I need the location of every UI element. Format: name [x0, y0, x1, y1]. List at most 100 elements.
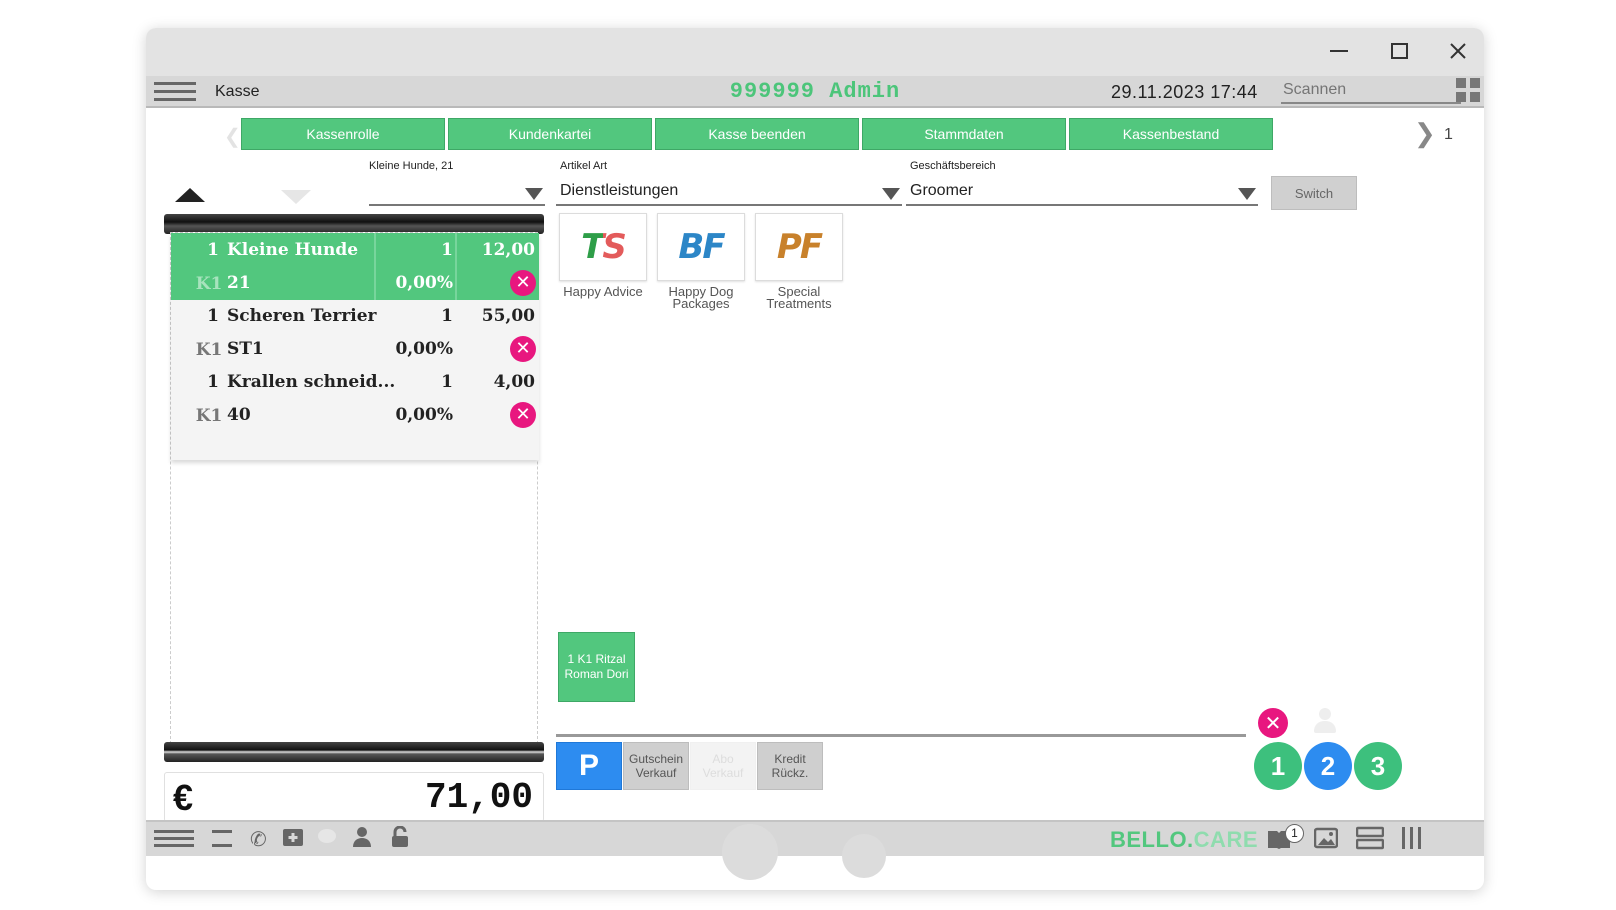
- brand-logo: BELLO.CARE: [1110, 827, 1258, 853]
- product-label: Happy Dog Packages: [668, 284, 734, 311]
- product-label: Happy Advice: [563, 284, 643, 299]
- tab-kassenrolle[interactable]: Kassenrolle: [241, 118, 445, 150]
- tab-kundenkartei[interactable]: Kundenkartei: [448, 118, 652, 150]
- tab-kasse-beenden[interactable]: Kasse beenden: [655, 118, 859, 150]
- cart-item-qty: 1: [207, 306, 219, 326]
- chevron-down-icon: [525, 188, 543, 200]
- product-logo: PF: [755, 213, 843, 281]
- datetime: 29.11.2023 17:44: [1111, 82, 1258, 102]
- cart-item-row[interactable]: 1 Krallen schneid... 1 4,00: [171, 365, 539, 399]
- person-icon[interactable]: [1313, 708, 1337, 736]
- chevron-down-icon: [882, 188, 900, 200]
- decorative-circle: [842, 834, 886, 878]
- close-window-button[interactable]: [1438, 36, 1478, 66]
- product-tile-happy-advice[interactable]: TS Happy Advice: [559, 213, 647, 298]
- cart-item-row[interactable]: 1 Kleine Hunde 1 12,00: [171, 233, 539, 267]
- brand-part-a: BELLO.: [1110, 827, 1194, 852]
- article-type-select[interactable]: Dienstleistungen: [556, 176, 902, 206]
- register-2-button[interactable]: 2: [1304, 742, 1352, 790]
- decorative-circle: [722, 824, 778, 880]
- tab-stammdaten[interactable]: Stammdaten: [862, 118, 1066, 150]
- tabs-row: ❮ Kassenrolle Kundenkartei Kasse beenden…: [146, 118, 1484, 150]
- cart-item-qty: 1: [207, 240, 219, 260]
- remove-item-icon[interactable]: ✕: [510, 270, 536, 296]
- maximize-icon: [1390, 43, 1408, 59]
- article-type-value: Dienstleistungen: [560, 182, 679, 199]
- cart-item-name: Scheren Terrier: [227, 306, 377, 326]
- tabs-page-number: 1: [1444, 126, 1453, 143]
- cart-item-name: Krallen schneid...: [227, 372, 396, 392]
- cart-item-discount[interactable]: 0,00%: [371, 273, 453, 293]
- amount-input-line[interactable]: [556, 734, 1246, 737]
- grid-icon[interactable]: [1456, 78, 1482, 104]
- list-icon[interactable]: [210, 826, 234, 850]
- product-tile-special-treatments[interactable]: PF Special Treatments: [755, 213, 843, 310]
- unlock-icon[interactable]: [390, 825, 410, 850]
- remove-item-icon[interactable]: ✕: [510, 402, 536, 428]
- cart-item-detail-row[interactable]: K1 21 0,00% ✕: [171, 266, 539, 300]
- product-logo-text: TS: [581, 227, 627, 267]
- scan-input[interactable]: [1281, 78, 1461, 104]
- product-tile-happy-dog-packages[interactable]: BF Happy Dog Packages: [657, 213, 745, 310]
- cart-item-detail-row[interactable]: K1 40 0,00% ✕: [171, 398, 539, 432]
- tabs-next-icon[interactable]: ❯: [1414, 118, 1436, 149]
- register-1-button[interactable]: 1: [1254, 742, 1302, 790]
- voucher-sale-button[interactable]: Gutschein Verkauf: [623, 742, 689, 790]
- business-area-value: Groomer: [910, 182, 974, 199]
- remove-item-icon[interactable]: ✕: [510, 336, 536, 362]
- scroll-down-icon[interactable]: [281, 190, 311, 204]
- business-area-label: Geschäftsbereich: [910, 160, 996, 172]
- title-bar: [146, 28, 1484, 76]
- scroll-up-icon[interactable]: [175, 188, 205, 202]
- cart-item-price: 12,00: [481, 240, 535, 260]
- phone-icon[interactable]: ✆: [250, 828, 267, 852]
- credit-return-button[interactable]: Kredit Rückz.: [757, 742, 823, 790]
- total-amount: 71,00: [424, 777, 533, 818]
- pos-window: Kasse 999999 Admin 29.11.2023 17:44 ❮ Ka…: [146, 28, 1484, 890]
- product-logo-text: PF: [776, 227, 823, 267]
- cart-item-name: Kleine Hunde: [227, 240, 359, 260]
- menu-icon[interactable]: [154, 830, 194, 854]
- cart-item-detail-row[interactable]: K1 ST1 0,00% ✕: [171, 332, 539, 366]
- rows-icon[interactable]: [1355, 826, 1385, 850]
- cart-item-qty: 1: [207, 372, 219, 392]
- cart-item-price: 4,00: [493, 372, 535, 392]
- cart-select-label: Kleine Hunde, 21: [369, 160, 454, 172]
- user-icon[interactable]: [352, 826, 372, 850]
- tabs-prev-icon[interactable]: ❮: [224, 124, 241, 149]
- cart-item-discount[interactable]: 0,00%: [371, 405, 453, 425]
- subscription-sale-button: Abo Verkauf: [690, 742, 756, 790]
- cart-item-code: 40: [227, 405, 251, 425]
- notification-badge: 1: [1285, 824, 1304, 843]
- cart-item-kst: K1: [195, 274, 223, 294]
- tab-kassenbestand[interactable]: Kassenbestand: [1069, 118, 1273, 150]
- cart-item-discount[interactable]: 0,00%: [371, 339, 453, 359]
- article-type-label: Artikel Art: [560, 160, 608, 172]
- customer-tile[interactable]: 1 K1 Ritzal Roman Dori: [558, 632, 635, 702]
- cart-frame-top: [164, 214, 544, 234]
- chat-icon: [316, 826, 338, 850]
- clear-input-icon[interactable]: ✕: [1258, 708, 1288, 738]
- maximize-button[interactable]: [1379, 36, 1419, 66]
- cart-item-code: 21: [227, 273, 251, 293]
- chevron-down-icon: [1238, 188, 1256, 200]
- park-button[interactable]: P: [556, 742, 622, 790]
- cart-item-select[interactable]: [369, 176, 545, 206]
- columns-icon[interactable]: [1400, 826, 1424, 850]
- cart-item-row[interactable]: 1 Scheren Terrier 1 55,00: [171, 299, 539, 333]
- cart-item-kst: K1: [195, 406, 223, 426]
- product-logo-text: BF: [678, 227, 725, 267]
- minimize-button[interactable]: [1319, 36, 1359, 66]
- business-area-select[interactable]: Groomer: [906, 176, 1258, 206]
- medical-icon[interactable]: [282, 826, 304, 850]
- cart-item-amount: 1: [441, 240, 453, 260]
- close-icon: [1450, 43, 1466, 59]
- register-3-button[interactable]: 3: [1354, 742, 1402, 790]
- image-icon[interactable]: [1313, 827, 1339, 851]
- footer-bar: ✆ BELLO.CARE 1: [146, 820, 1484, 880]
- cart-panel: 1 Kleine Hunde 1 12,00 K1 21 0,00% ✕ 1 S…: [170, 232, 539, 744]
- cart-item-amount: 1: [441, 306, 453, 326]
- currency-symbol: €: [173, 777, 194, 818]
- switch-button[interactable]: Switch: [1271, 176, 1357, 210]
- cart-items: 1 Kleine Hunde 1 12,00 K1 21 0,00% ✕ 1 S…: [171, 233, 539, 460]
